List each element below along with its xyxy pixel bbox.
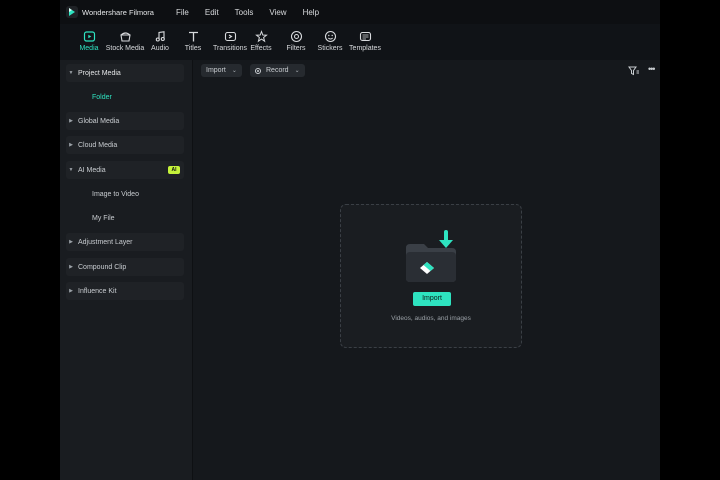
ai-badge: AI <box>168 166 180 174</box>
menu-tools[interactable]: Tools <box>235 8 254 17</box>
sidebar-item-label: Compound Clip <box>78 263 127 271</box>
sidebar-item-label: Influence Kit <box>78 287 117 295</box>
caret-right-icon: ▶ <box>69 239 73 245</box>
sidebar-item-label: Image to Video <box>92 190 139 198</box>
sidebar-item-project-media[interactable]: ▼ Project Media <box>66 64 184 82</box>
menu-edit[interactable]: Edit <box>205 8 219 17</box>
import-hint-text: Videos, audios, and images <box>391 315 471 322</box>
templates-icon <box>359 31 371 42</box>
caret-right-icon: ▶ <box>69 264 73 270</box>
caret-right-icon: ▶ <box>69 142 73 148</box>
record-dropdown-label: Record <box>266 67 289 74</box>
caret-right-icon: ▶ <box>69 118 73 124</box>
sidebar-item-folder[interactable]: Folder <box>66 88 184 106</box>
tab-audio-label: Audio <box>151 45 169 52</box>
sidebar-item-image-to-video[interactable]: Image to Video <box>66 185 184 203</box>
sidebar-item-influence-kit[interactable]: ▶ Influence Kit <box>66 282 184 300</box>
filter-sort-icon[interactable] <box>628 64 640 82</box>
caret-down-icon: ▼ <box>68 70 74 76</box>
chevron-down-icon: ⌄ <box>231 68 237 74</box>
tab-stock-media-label: Stock Media <box>105 45 145 52</box>
app-title: Wondershare Filmora <box>82 7 154 17</box>
sidebar-item-my-file[interactable]: My File <box>66 209 184 227</box>
sidebar-item-cloud-media[interactable]: ▶ Cloud Media <box>66 136 184 154</box>
folder-import-icon <box>404 228 460 293</box>
tab-stock-media[interactable]: Stock Media <box>104 24 146 52</box>
sidebar-item-label: Global Media <box>78 117 120 125</box>
tab-templates[interactable]: Templates <box>348 24 382 52</box>
tab-media[interactable]: Media <box>76 24 102 52</box>
media-toolbar: Media Stock Media Audio Titles Transitio… <box>60 24 660 60</box>
import-button[interactable]: Import <box>413 292 451 306</box>
stock-media-icon <box>119 32 131 42</box>
record-dropdown-button[interactable]: Record ⌄ <box>250 64 305 77</box>
tab-audio[interactable]: Audio <box>148 24 172 52</box>
filters-icon <box>290 30 302 43</box>
sidebar-item-label: Adjustment Layer <box>78 238 133 246</box>
import-dropzone[interactable]: Import Videos, audios, and images <box>340 204 522 348</box>
tab-titles[interactable]: Titles <box>182 24 204 52</box>
menu-view[interactable]: View <box>269 8 286 17</box>
record-icon <box>255 67 261 74</box>
caret-down-icon: ▼ <box>68 167 74 173</box>
tab-transitions[interactable]: Transitions <box>212 24 248 52</box>
text-t-icon <box>188 31 198 42</box>
stickers-icon <box>324 30 336 43</box>
tab-transitions-label: Transitions <box>213 45 247 52</box>
media-icon <box>83 31 95 42</box>
transitions-icon <box>224 31 236 42</box>
sidebar-item-ai-media[interactable]: ▼ AI Media AI <box>66 161 184 179</box>
sidebar-item-label: Folder <box>92 93 112 101</box>
music-note-icon <box>155 31 165 42</box>
app-window: Wondershare Filmora File Edit Tools View… <box>60 0 660 480</box>
sidebar-item-label: Project Media <box>78 69 121 77</box>
menu-help[interactable]: Help <box>303 8 319 17</box>
import-dropdown-label: Import <box>206 67 226 74</box>
sidebar-item-adjustment-layer[interactable]: ▶ Adjustment Layer <box>66 233 184 251</box>
sidebar-item-label: Cloud Media <box>78 141 118 149</box>
sidebar-item-global-media[interactable]: ▶ Global Media <box>66 112 184 130</box>
tab-filters[interactable]: Filters <box>284 24 308 52</box>
tab-effects-label: Effects <box>250 45 272 52</box>
tab-filters-label: Filters <box>286 45 306 52</box>
tab-effects[interactable]: Effects <box>248 24 274 52</box>
media-sidebar: ▼ Project Media Folder ▶ Global Media ▶ … <box>60 60 193 480</box>
import-dropdown-button[interactable]: Import ⌄ <box>201 64 242 77</box>
tab-templates-label: Templates <box>349 45 381 52</box>
tab-titles-label: Titles <box>184 45 202 52</box>
tab-stickers-label: Stickers <box>317 45 343 52</box>
title-bar: Wondershare Filmora File Edit Tools View… <box>60 0 660 24</box>
more-options-icon[interactable]: ••• <box>648 64 656 74</box>
caret-right-icon: ▶ <box>69 288 73 294</box>
tab-media-label: Media <box>79 45 99 52</box>
sidebar-item-label: AI Media <box>78 166 106 174</box>
menu-bar: File Edit Tools View Help <box>176 8 335 17</box>
sidebar-item-label: My File <box>92 214 115 222</box>
menu-file[interactable]: File <box>176 8 189 17</box>
sidebar-item-compound-clip[interactable]: ▶ Compound Clip <box>66 258 184 276</box>
media-library-panel: Import ⌄ Record ⌄ ••• Import Videos, aud… <box>193 60 660 480</box>
chevron-down-icon: ⌄ <box>294 68 300 74</box>
tab-stickers[interactable]: Stickers <box>316 24 344 52</box>
filmora-logo-icon <box>66 6 78 18</box>
effects-icon <box>254 30 268 43</box>
